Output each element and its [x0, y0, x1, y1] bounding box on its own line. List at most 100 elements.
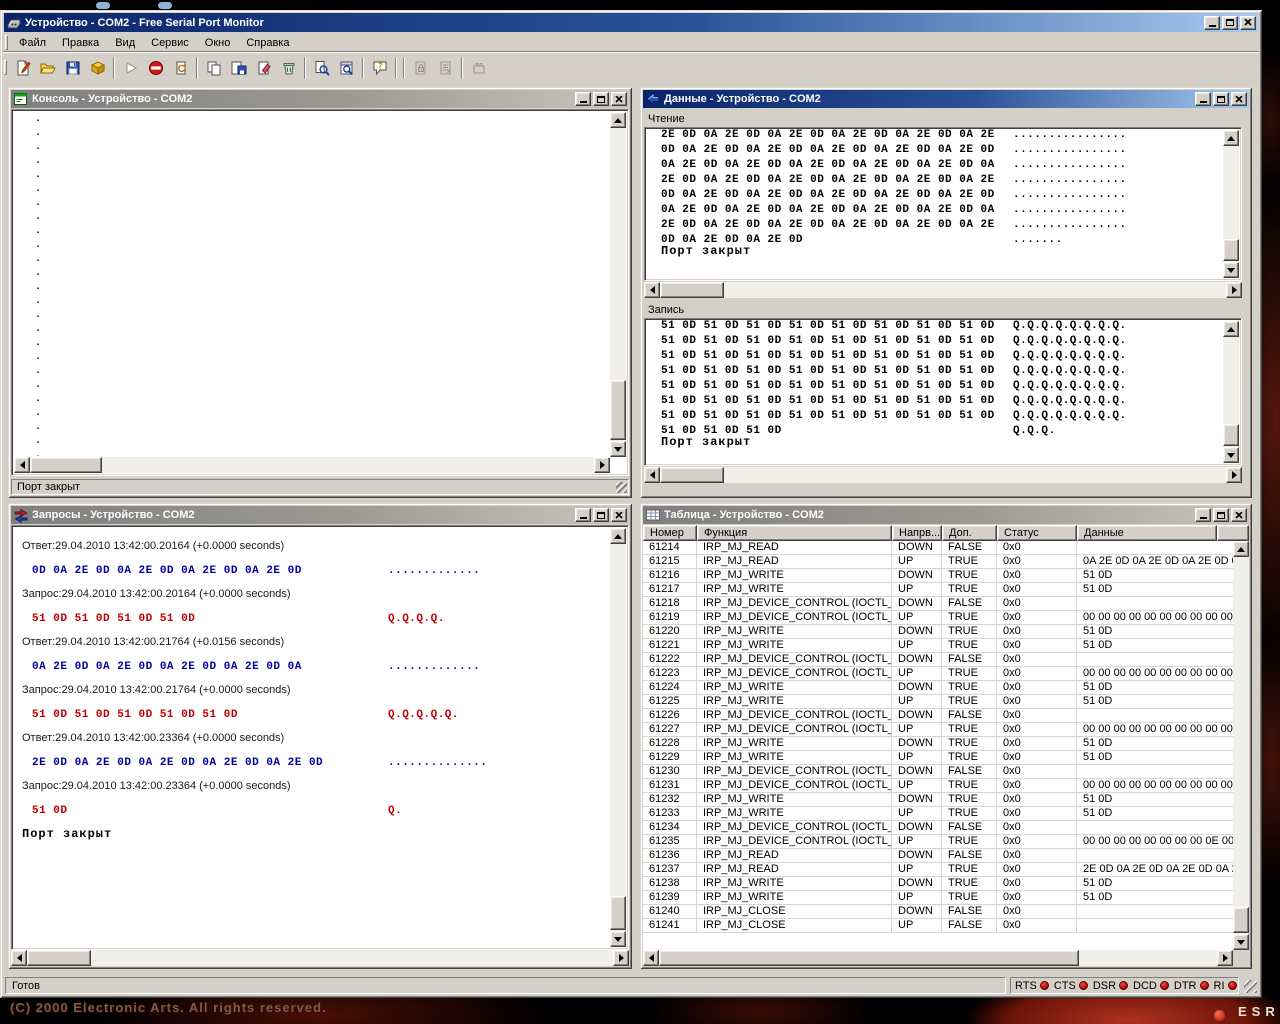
table-row[interactable]: 61216IRP_MJ_WRITEDOWNTRUE0x051 0D: [643, 569, 1233, 583]
column-header[interactable]: Доп.: [942, 525, 997, 541]
table-row[interactable]: 61239IRP_MJ_WRITEUPTRUE0x051 0D: [643, 891, 1233, 905]
request-view-button-disabled[interactable]: [408, 56, 433, 80]
table-row[interactable]: 61223IRP_MJ_DEVICE_CONTROL (IOCTL_...UPT…: [643, 667, 1233, 681]
column-header[interactable]: Функция: [697, 525, 892, 541]
table-row[interactable]: 61240IRP_MJ_CLOSEDOWNFALSE0x0: [643, 905, 1233, 919]
table-row[interactable]: 61229IRP_MJ_WRITEUPTRUE0x051 0D: [643, 751, 1233, 765]
table-close-button[interactable]: [1231, 508, 1247, 522]
requests-close-button[interactable]: [611, 508, 627, 522]
maximize-button[interactable]: [1222, 16, 1238, 30]
scroll-right-button[interactable]: [613, 950, 629, 966]
requests-maximize-button[interactable]: [593, 508, 609, 522]
restart-capture-button[interactable]: [168, 56, 193, 80]
table-row[interactable]: 61219IRP_MJ_DEVICE_CONTROL (IOCTL_...UPT…: [643, 611, 1233, 625]
window-resize-grip[interactable]: [1244, 980, 1257, 993]
scroll-right-button[interactable]: [1226, 467, 1242, 483]
scroll-down-button[interactable]: [1223, 447, 1239, 463]
data-maximize-button[interactable]: [1213, 92, 1229, 106]
export-package-button[interactable]: [85, 56, 110, 80]
table-titlebar[interactable]: Таблица - Устройство - COM2: [643, 506, 1249, 524]
table-row[interactable]: 61233IRP_MJ_WRITEUPTRUE0x051 0D: [643, 807, 1233, 821]
scroll-up-button[interactable]: [1223, 130, 1239, 146]
read-horizontal-scrollbar[interactable]: [644, 282, 1242, 298]
column-header[interactable]: Данные: [1077, 525, 1217, 541]
table-row[interactable]: 61218IRP_MJ_DEVICE_CONTROL (IOCTL_...DOW…: [643, 597, 1233, 611]
console-maximize-button[interactable]: [593, 92, 609, 106]
table-row[interactable]: 61238IRP_MJ_WRITEDOWNTRUE0x051 0D: [643, 877, 1233, 891]
table-vertical-scrollbar[interactable]: [1233, 541, 1249, 950]
scroll-thumb[interactable]: [610, 896, 626, 930]
table-row[interactable]: 61227IRP_MJ_DEVICE_CONTROL (IOCTL_...UPT…: [643, 723, 1233, 737]
requests-log-view[interactable]: Ответ:29.04.2010 13:42:00.20164 (+0.0000…: [11, 525, 629, 950]
stop-monitoring-button[interactable]: [143, 56, 168, 80]
table-maximize-button[interactable]: [1213, 508, 1229, 522]
resize-grip[interactable]: [616, 482, 627, 493]
scroll-left-button[interactable]: [11, 950, 27, 966]
scroll-right-button[interactable]: [1217, 950, 1233, 966]
close-button[interactable]: [1240, 16, 1256, 30]
erase-data-button[interactable]: [251, 56, 276, 80]
copy-button[interactable]: [201, 56, 226, 80]
delete-button[interactable]: [276, 56, 301, 80]
scroll-left-button[interactable]: [644, 467, 660, 483]
menu-item[interactable]: Файл: [11, 35, 54, 51]
table-row[interactable]: 61235IRP_MJ_DEVICE_CONTROL (IOCTL_...UPT…: [643, 835, 1233, 849]
menu-item[interactable]: Сервис: [143, 35, 197, 51]
console-output[interactable]: .........................: [11, 109, 629, 476]
table-row[interactable]: 61225IRP_MJ_WRITEUPTRUE0x051 0D: [643, 695, 1233, 709]
main-titlebar[interactable]: Устройство - COM2 - Free Serial Port Mon…: [4, 13, 1258, 32]
response-view-button-disabled[interactable]: [433, 56, 458, 80]
scroll-thumb[interactable]: [1223, 424, 1239, 446]
menubar-grip[interactable]: [5, 35, 8, 50]
table-row[interactable]: 61217IRP_MJ_WRITEUPTRUE0x051 0D: [643, 583, 1233, 597]
table-row[interactable]: 61234IRP_MJ_DEVICE_CONTROL (IOCTL_...DOW…: [643, 821, 1233, 835]
save-data-button[interactable]: [226, 56, 251, 80]
column-header[interactable]: Номер: [643, 525, 697, 541]
table-row[interactable]: 61222IRP_MJ_DEVICE_CONTROL (IOCTL_...DOW…: [643, 653, 1233, 667]
plugin-button-disabled[interactable]: [466, 56, 491, 80]
menu-item[interactable]: Вид: [107, 35, 143, 51]
scroll-left-button[interactable]: [14, 457, 30, 473]
scroll-down-button[interactable]: [1233, 934, 1249, 950]
table-row[interactable]: 61236IRP_MJ_READDOWNFALSE0x0: [643, 849, 1233, 863]
scroll-thumb[interactable]: [610, 380, 626, 440]
scroll-up-button[interactable]: [1223, 321, 1239, 337]
menu-item[interactable]: Справка: [238, 35, 297, 51]
read-hex-panel[interactable]: 2E 0D 0A 2E 0D 0A 2E 0D 0A 2E 0D 0A 2E 0…: [644, 127, 1242, 281]
requests-vertical-scrollbar[interactable]: [610, 528, 626, 947]
table-row[interactable]: 61230IRP_MJ_DEVICE_CONTROL (IOCTL_...DOW…: [643, 765, 1233, 779]
scroll-thumb[interactable]: [659, 950, 1079, 966]
requests-horizontal-scrollbar[interactable]: [11, 950, 629, 966]
table-row[interactable]: 61231IRP_MJ_DEVICE_CONTROL (IOCTL_...UPT…: [643, 779, 1233, 793]
table-row[interactable]: 61237IRP_MJ_READUPTRUE0x02E 0D 0A 2E 0D …: [643, 863, 1233, 877]
scroll-thumb[interactable]: [1233, 907, 1249, 933]
scroll-down-button[interactable]: [610, 441, 626, 457]
requests-minimize-button[interactable]: [575, 508, 591, 522]
scroll-up-button[interactable]: [610, 528, 626, 544]
open-button[interactable]: [35, 56, 60, 80]
console-horizontal-scrollbar[interactable]: [14, 457, 610, 473]
start-monitoring-button[interactable]: [118, 56, 143, 80]
find-in-window-button[interactable]: [334, 56, 359, 80]
table-row[interactable]: 61220IRP_MJ_WRITEDOWNTRUE0x051 0D: [643, 625, 1233, 639]
table-row[interactable]: 61224IRP_MJ_WRITEDOWNTRUE0x051 0D: [643, 681, 1233, 695]
data-close-button[interactable]: [1231, 92, 1247, 106]
toolbar-grip[interactable]: [4, 60, 7, 75]
find-button[interactable]: [309, 56, 334, 80]
scroll-down-button[interactable]: [1223, 262, 1239, 278]
data-titlebar[interactable]: Данные - Устройство - COM2: [643, 90, 1249, 108]
scroll-thumb[interactable]: [27, 950, 91, 966]
new-session-button[interactable]: [10, 56, 35, 80]
scroll-up-button[interactable]: [610, 112, 626, 128]
scroll-thumb[interactable]: [660, 282, 724, 298]
table-row[interactable]: 61241IRP_MJ_CLOSEUPFALSE0x0: [643, 919, 1233, 933]
table-row[interactable]: 61215IRP_MJ_READUPTRUE0x00A 2E 0D 0A 2E …: [643, 555, 1233, 569]
table-row[interactable]: 61221IRP_MJ_WRITEUPTRUE0x051 0D: [643, 639, 1233, 653]
write-hex-panel[interactable]: 51 0D 51 0D 51 0D 51 0D 51 0D 51 0D 51 0…: [644, 318, 1242, 466]
scroll-down-button[interactable]: [610, 931, 626, 947]
table-horizontal-scrollbar[interactable]: [643, 950, 1233, 966]
table-row[interactable]: 61228IRP_MJ_WRITEDOWNTRUE0x051 0D: [643, 737, 1233, 751]
read-vertical-scrollbar[interactable]: [1223, 130, 1239, 278]
minimize-button[interactable]: [1204, 16, 1220, 30]
scroll-left-button[interactable]: [644, 282, 660, 298]
